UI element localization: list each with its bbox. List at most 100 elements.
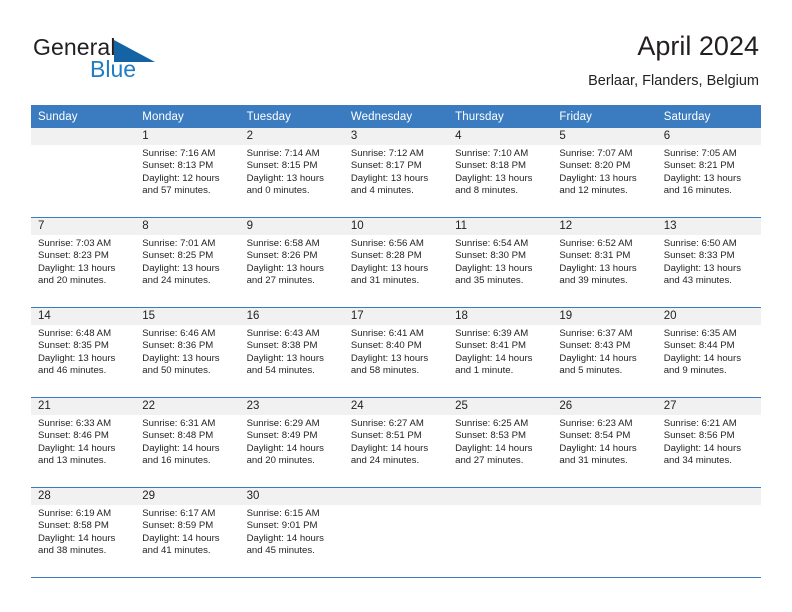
general-blue-logo[interactable]: General Blue [33, 34, 233, 90]
sunset-text: Sunset: 8:40 PM [350, 340, 422, 352]
day-cell-inner[interactable]: 26 Sunrise: 6:23 AM Sunset: 8:54 PM Dayl… [552, 398, 657, 487]
day-number: 26 [552, 398, 657, 415]
day-cell-inner[interactable]: 27 Sunrise: 6:21 AM Sunset: 8:56 PM Dayl… [656, 398, 761, 487]
sunset-text: Sunset: 8:54 PM [559, 430, 631, 442]
day-cell: 23 Sunrise: 6:29 AM Sunset: 8:49 PM Dayl… [239, 397, 344, 488]
day-details: Sunrise: 6:52 AM Sunset: 8:31 PM Dayligh… [552, 235, 656, 287]
day-details [552, 505, 656, 508]
sunrise-text: Sunrise: 6:37 AM [559, 328, 633, 339]
day-cell: 25 Sunrise: 6:25 AM Sunset: 8:53 PM Dayl… [448, 397, 553, 488]
week-row: 7 Sunrise: 7:03 AM Sunset: 8:23 PM Dayli… [31, 217, 761, 308]
day-number: 18 [448, 308, 553, 325]
day-details: Sunrise: 7:07 AM Sunset: 8:20 PM Dayligh… [552, 145, 656, 197]
day-cell: 17 Sunrise: 6:41 AM Sunset: 8:40 PM Dayl… [343, 307, 449, 398]
day-number: 3 [343, 128, 449, 145]
day-cell: 11 Sunrise: 6:54 AM Sunset: 8:30 PM Dayl… [448, 217, 553, 308]
sunset-text: Sunset: 8:17 PM [350, 160, 422, 172]
location-subtitle: Berlaar, Flanders, Belgium [588, 73, 759, 89]
sunset-text: Sunset: 8:53 PM [455, 430, 527, 442]
day-cell-inner[interactable]: 14 Sunrise: 6:48 AM Sunset: 8:35 PM Dayl… [31, 308, 136, 397]
day-cell-inner[interactable]: 17 Sunrise: 6:41 AM Sunset: 8:40 PM Dayl… [343, 308, 449, 397]
sunrise-text: Sunrise: 6:23 AM [559, 418, 633, 429]
day-cell-inner[interactable]: 16 Sunrise: 6:43 AM Sunset: 8:38 PM Dayl… [239, 308, 344, 397]
day-cell-inner[interactable]: 20 Sunrise: 6:35 AM Sunset: 8:44 PM Dayl… [656, 308, 761, 397]
calendar-body: 1 Sunrise: 7:16 AM Sunset: 8:13 PM Dayli… [31, 128, 761, 578]
day-details: Sunrise: 7:05 AM Sunset: 8:21 PM Dayligh… [657, 145, 761, 197]
day-details: Sunrise: 6:54 AM Sunset: 8:30 PM Dayligh… [448, 235, 552, 287]
daylight-text-line1: Daylight: 13 hours [350, 352, 429, 364]
daylight-text-line1: Daylight: 13 hours [663, 172, 742, 184]
sunset-text: Sunset: 8:21 PM [663, 160, 735, 172]
day-cell-inner[interactable]: 7 Sunrise: 7:03 AM Sunset: 8:23 PM Dayli… [31, 218, 136, 307]
daylight-text-line1: Daylight: 14 hours [559, 442, 637, 454]
day-cell-inner[interactable]: 29 Sunrise: 6:17 AM Sunset: 8:59 PM Dayl… [135, 488, 240, 577]
day-cell-inner[interactable]: 22 Sunrise: 6:31 AM Sunset: 8:48 PM Dayl… [135, 398, 240, 487]
day-cell-inner[interactable]: 8 Sunrise: 7:01 AM Sunset: 8:25 PM Dayli… [135, 218, 240, 307]
sunset-text: Sunset: 8:13 PM [142, 160, 214, 172]
day-number: 4 [448, 128, 553, 145]
day-cell-inner[interactable]: 18 Sunrise: 6:39 AM Sunset: 8:41 PM Dayl… [448, 308, 553, 397]
sunrise-text: Sunrise: 6:35 AM [663, 328, 737, 339]
sunrise-text: Sunrise: 6:48 AM [38, 328, 112, 339]
sunrise-text: Sunrise: 6:56 AM [350, 238, 424, 249]
day-cell: 27 Sunrise: 6:21 AM Sunset: 8:56 PM Dayl… [656, 397, 761, 488]
day-cell-inner[interactable]: 10 Sunrise: 6:56 AM Sunset: 8:28 PM Dayl… [343, 218, 449, 307]
day-details: Sunrise: 6:50 AM Sunset: 8:33 PM Dayligh… [657, 235, 761, 287]
day-cell-inner[interactable]: 11 Sunrise: 6:54 AM Sunset: 8:30 PM Dayl… [448, 218, 553, 307]
calendar-page: General Blue April 2024 Berlaar, Flander… [0, 0, 792, 612]
week-row: 14 Sunrise: 6:48 AM Sunset: 8:35 PM Dayl… [31, 307, 761, 398]
daylight-text-line1: Daylight: 14 hours [142, 442, 220, 454]
day-cell: 13 Sunrise: 6:50 AM Sunset: 8:33 PM Dayl… [656, 217, 761, 308]
daylight-text-line2: and 31 minutes. [559, 454, 628, 466]
day-cell-inner[interactable]: 1 Sunrise: 7:16 AM Sunset: 8:13 PM Dayli… [135, 128, 240, 217]
daylight-text-line1: Daylight: 14 hours [142, 532, 220, 544]
day-cell-inner[interactable]: 13 Sunrise: 6:50 AM Sunset: 8:33 PM Dayl… [656, 218, 761, 307]
day-details [344, 505, 448, 508]
daylight-text-line1: Daylight: 13 hours [663, 262, 742, 274]
sunset-text: Sunset: 8:51 PM [350, 430, 422, 442]
day-cell-inner[interactable]: 12 Sunrise: 6:52 AM Sunset: 8:31 PM Dayl… [552, 218, 657, 307]
day-cell: 3 Sunrise: 7:12 AM Sunset: 8:17 PM Dayli… [343, 128, 449, 218]
day-cell-inner[interactable]: 15 Sunrise: 6:46 AM Sunset: 8:36 PM Dayl… [135, 308, 240, 397]
day-cell-inner[interactable]: 9 Sunrise: 6:58 AM Sunset: 8:26 PM Dayli… [239, 218, 344, 307]
daylight-text-line1: Daylight: 14 hours [38, 532, 116, 544]
day-cell-inner[interactable]: 25 Sunrise: 6:25 AM Sunset: 8:53 PM Dayl… [448, 398, 553, 487]
day-cell: 30 Sunrise: 6:15 AM Sunset: 9:01 PM Dayl… [239, 487, 344, 578]
daylight-text-line2: and 39 minutes. [559, 274, 628, 286]
day-number: 17 [343, 308, 449, 325]
day-details: Sunrise: 6:19 AM Sunset: 8:58 PM Dayligh… [31, 505, 135, 557]
sunrise-text: Sunrise: 6:50 AM [663, 238, 737, 249]
sunset-text: Sunset: 8:49 PM [246, 430, 318, 442]
day-cell-inner[interactable]: 3 Sunrise: 7:12 AM Sunset: 8:17 PM Dayli… [343, 128, 449, 217]
day-details: Sunrise: 6:56 AM Sunset: 8:28 PM Dayligh… [344, 235, 448, 287]
day-cell: 19 Sunrise: 6:37 AM Sunset: 8:43 PM Dayl… [552, 307, 657, 398]
daylight-text-line2: and 5 minutes. [559, 364, 623, 376]
day-cell: 28 Sunrise: 6:19 AM Sunset: 8:58 PM Dayl… [31, 487, 136, 578]
sunrise-text: Sunrise: 7:14 AM [246, 148, 320, 159]
daylight-text-line1: Daylight: 13 hours [350, 262, 429, 274]
day-cell-inner [31, 128, 136, 217]
day-cell-inner[interactable]: 23 Sunrise: 6:29 AM Sunset: 8:49 PM Dayl… [239, 398, 344, 487]
sunset-text: Sunset: 8:28 PM [350, 250, 422, 262]
daylight-text-line1: Daylight: 14 hours [455, 352, 533, 364]
daylight-text-line1: Daylight: 13 hours [455, 172, 533, 184]
day-cell-inner[interactable]: 28 Sunrise: 6:19 AM Sunset: 8:58 PM Dayl… [31, 488, 136, 577]
day-cell-inner[interactable]: 2 Sunrise: 7:14 AM Sunset: 8:15 PM Dayli… [239, 128, 344, 217]
day-cell-inner[interactable]: 19 Sunrise: 6:37 AM Sunset: 8:43 PM Dayl… [552, 308, 657, 397]
daylight-text-line2: and 41 minutes. [142, 544, 211, 556]
sunset-text: Sunset: 8:35 PM [38, 340, 109, 352]
day-cell-inner[interactable]: 30 Sunrise: 6:15 AM Sunset: 9:01 PM Dayl… [239, 488, 344, 577]
sunrise-text: Sunrise: 6:52 AM [559, 238, 633, 249]
sunset-text: Sunset: 8:38 PM [246, 340, 318, 352]
page-header: General Blue April 2024 Berlaar, Flander… [0, 0, 792, 100]
sunrise-text: Sunrise: 6:43 AM [246, 328, 320, 339]
day-cell-inner[interactable]: 21 Sunrise: 6:33 AM Sunset: 8:46 PM Dayl… [31, 398, 136, 487]
day-details: Sunrise: 6:29 AM Sunset: 8:49 PM Dayligh… [240, 415, 344, 467]
sunrise-text: Sunrise: 7:05 AM [663, 148, 737, 159]
day-cell-inner[interactable]: 24 Sunrise: 6:27 AM Sunset: 8:51 PM Dayl… [343, 398, 449, 487]
day-cell-inner[interactable]: 6 Sunrise: 7:05 AM Sunset: 8:21 PM Dayli… [656, 128, 761, 217]
day-cell-inner[interactable]: 4 Sunrise: 7:10 AM Sunset: 8:18 PM Dayli… [448, 128, 553, 217]
day-details: Sunrise: 6:58 AM Sunset: 8:26 PM Dayligh… [240, 235, 344, 287]
sunset-text: Sunset: 8:46 PM [38, 430, 109, 442]
day-cell-inner[interactable]: 5 Sunrise: 7:07 AM Sunset: 8:20 PM Dayli… [552, 128, 657, 217]
